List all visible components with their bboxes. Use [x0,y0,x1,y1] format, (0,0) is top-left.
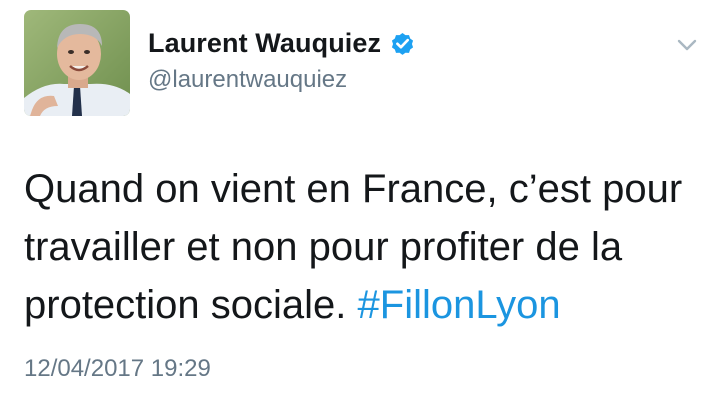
tweet-text: Quand on vient en France, c’est pour tra… [24,160,704,334]
verified-badge-icon [389,30,416,57]
author-handle[interactable]: @laurentwauquiez [148,66,347,94]
author-display-name[interactable]: Laurent Wauquiez [148,28,381,59]
author-name-row: Laurent Wauquiez [148,26,416,60]
tweet-text-line-3: protection sociale. [24,283,347,327]
avatar[interactable] [24,10,130,116]
tweet-text-line-1: Quand on vient en France, c’est pour [24,167,683,211]
hashtag-link[interactable]: #FillonLyon [358,283,561,327]
tweet-card: Laurent Wauquiez @laurentwauquiez Quand … [0,0,720,401]
avatar-photo [24,10,130,116]
tweet-timestamp[interactable]: 12/04/2017 19:29 [24,355,211,383]
tweet-text-line-2: travailler et non pour profiter de la [24,225,623,269]
chevron-down-icon[interactable] [676,36,698,54]
